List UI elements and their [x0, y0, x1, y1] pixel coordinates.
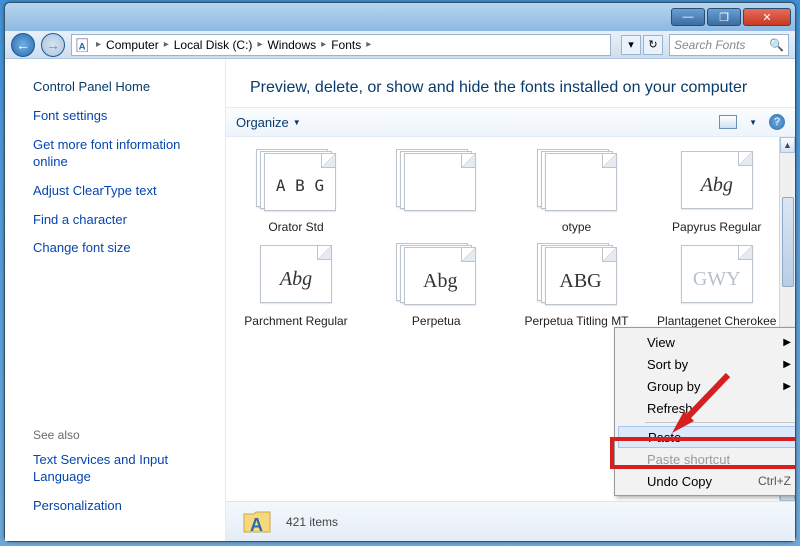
sidebar-heading: Control Panel Home [33, 79, 211, 94]
content-area[interactable]: A B GOrator Std otype AbgPapyrus Regular Ab… [226, 137, 795, 501]
sidebar-link-more-info[interactable]: Get more font information online [33, 137, 211, 171]
chevron-right-icon: ▸ [364, 39, 373, 50]
fonts-folder-icon: A [76, 37, 90, 53]
context-menu: View▶ Sort by▶ Group by▶ Refresh Paste P… [614, 327, 795, 496]
chevron-right-icon: ▸ [162, 39, 171, 50]
chevron-right-icon: ▶ [783, 337, 791, 348]
scroll-up-button[interactable]: ▲ [780, 137, 795, 153]
organize-button[interactable]: Organize ▼ [236, 115, 301, 130]
font-label: Perpetua Titling MT [524, 315, 628, 329]
search-placeholder: Search Fonts [674, 38, 745, 52]
ctx-undo-copy[interactable]: Undo CopyCtrl+Z [617, 470, 795, 492]
body: Control Panel Home Font settings Get mor… [5, 59, 795, 541]
chevron-right-icon: ▶ [783, 381, 791, 392]
search-input[interactable]: Search Fonts 🔍 [669, 34, 789, 56]
view-selector[interactable] [719, 115, 737, 129]
chevron-right-icon: ▸ [319, 39, 328, 50]
font-item[interactable]: AbgPerpetua [372, 241, 500, 343]
toolbar: Organize ▼ ▼ ? [226, 107, 795, 137]
folder-font-icon: A [242, 508, 274, 536]
breadcrumb-localdisk[interactable]: Local Disk (C:) [171, 38, 256, 52]
ctx-separator [645, 422, 795, 423]
ctx-groupby[interactable]: Group by▶ [617, 375, 795, 397]
font-label: Parchment Regular [244, 315, 347, 329]
main-header: Preview, delete, or show and hide the fo… [226, 59, 795, 107]
sidebar-link-cleartype[interactable]: Adjust ClearType text [33, 183, 211, 200]
breadcrumb-fonts[interactable]: Fonts [328, 38, 364, 52]
titlebar: — ❐ ✕ [5, 3, 795, 31]
explorer-window: — ❐ ✕ ← → A ▸ Computer ▸ Local Disk (C:)… [4, 2, 796, 542]
chevron-right-icon: ▶ [783, 359, 791, 370]
maximize-button[interactable]: ❐ [707, 8, 741, 26]
chevron-right-icon: ▸ [255, 39, 264, 50]
sidebar-link-find-char[interactable]: Find a character [33, 212, 211, 229]
font-item[interactable]: otype [513, 147, 641, 235]
chevron-down-icon: ▼ [293, 118, 301, 127]
search-icon: 🔍 [769, 38, 784, 52]
addr-dropdown-button[interactable]: ▾ [621, 35, 641, 55]
main-pane: Preview, delete, or show and hide the fo… [225, 59, 795, 541]
sidebar: Control Panel Home Font settings Get mor… [5, 59, 225, 541]
refresh-button[interactable]: ↻ [643, 35, 663, 55]
organize-label: Organize [236, 115, 289, 130]
ctx-refresh[interactable]: Refresh [617, 397, 795, 419]
address-bar[interactable]: A ▸ Computer ▸ Local Disk (C:) ▸ Windows… [71, 34, 611, 56]
font-item[interactable] [372, 147, 500, 235]
forward-button[interactable]: → [41, 33, 65, 57]
chevron-right-icon: ▸ [94, 39, 103, 50]
font-item[interactable]: A B GOrator Std [232, 147, 360, 235]
ctx-sortby[interactable]: Sort by▶ [617, 353, 795, 375]
sidebar-link-change-size[interactable]: Change font size [33, 240, 211, 257]
help-icon[interactable]: ? [769, 114, 785, 130]
status-count: 421 items [286, 515, 338, 529]
ctx-view[interactable]: View▶ [617, 331, 795, 353]
sidebar-seealso-label: See also [33, 428, 211, 442]
font-item[interactable]: AbgParchment Regular [232, 241, 360, 343]
svg-text:A: A [79, 41, 86, 52]
font-grid: A B GOrator Std otype AbgPapyrus Regular Ab… [232, 147, 789, 342]
sidebar-link-font-settings[interactable]: Font settings [33, 108, 211, 125]
font-item[interactable]: AbgPapyrus Regular [653, 147, 781, 235]
address-controls: ▾ ↻ [621, 35, 663, 55]
font-label: otype [562, 221, 591, 235]
breadcrumb-windows[interactable]: Windows [264, 38, 319, 52]
breadcrumb-computer[interactable]: Computer [103, 38, 162, 52]
ctx-paste[interactable]: Paste [618, 426, 795, 448]
ctx-paste-shortcut: Paste shortcut [617, 448, 795, 470]
font-label: Orator Std [268, 221, 323, 235]
scroll-thumb[interactable] [782, 197, 794, 287]
font-label: Papyrus Regular [672, 221, 761, 235]
ctx-undo-shortcut: Ctrl+Z [758, 474, 791, 488]
sidebar-link-text-services[interactable]: Text Services and Input Language [33, 452, 211, 486]
chevron-down-icon[interactable]: ▼ [749, 118, 757, 127]
svg-text:A: A [250, 515, 263, 535]
close-button[interactable]: ✕ [743, 8, 791, 26]
sidebar-link-personalization[interactable]: Personalization [33, 498, 211, 515]
back-button[interactable]: ← [11, 33, 35, 57]
font-label: Perpetua [412, 315, 461, 329]
status-bar: A 421 items [226, 501, 795, 541]
minimize-button[interactable]: — [671, 8, 705, 26]
nav-area: ← → A ▸ Computer ▸ Local Disk (C:) ▸ Win… [5, 31, 795, 59]
